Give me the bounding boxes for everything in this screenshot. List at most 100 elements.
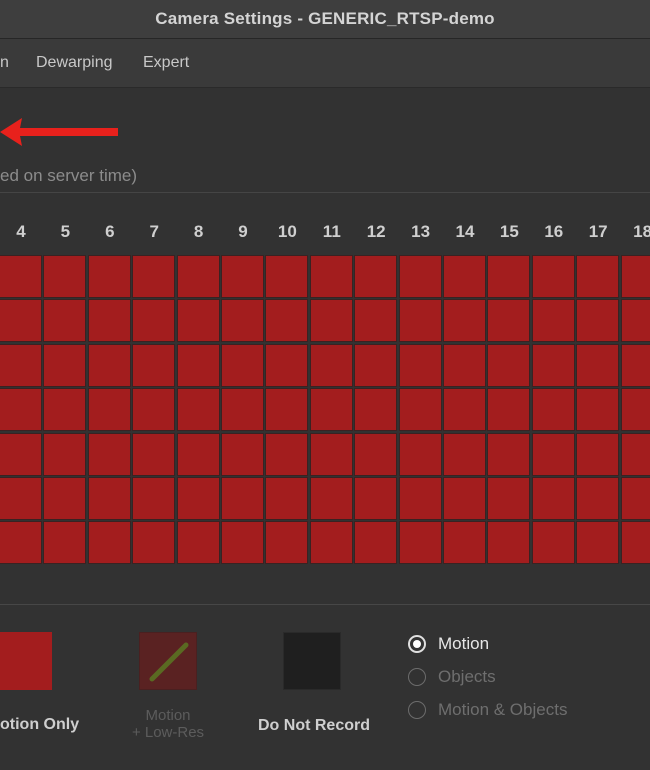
schedule-cell[interactable] [87, 477, 131, 520]
schedule-cell[interactable] [354, 299, 398, 343]
schedule-cell[interactable] [43, 343, 87, 387]
schedule-cell[interactable] [487, 343, 531, 387]
schedule-cell[interactable] [132, 299, 176, 343]
schedule-cell[interactable] [132, 343, 176, 387]
schedule-cell[interactable] [132, 432, 176, 476]
schedule-cell[interactable] [398, 388, 442, 432]
schedule-cell[interactable] [309, 299, 353, 343]
schedule-cell[interactable] [132, 521, 176, 565]
radio-motion-label[interactable]: Motion [438, 634, 489, 654]
schedule-cell[interactable] [398, 521, 442, 565]
do-not-record-swatch[interactable] [283, 632, 341, 690]
schedule-cell[interactable] [221, 343, 264, 387]
schedule-cell[interactable] [221, 388, 264, 432]
schedule-cell[interactable] [443, 477, 486, 520]
tab-expert[interactable]: Expert [143, 39, 189, 87]
schedule-cell[interactable] [176, 343, 220, 387]
schedule-cell[interactable] [87, 299, 131, 343]
schedule-cell[interactable] [43, 255, 87, 298]
schedule-cell[interactable] [620, 255, 650, 298]
schedule-cell[interactable] [43, 299, 87, 343]
schedule-cell[interactable] [265, 299, 309, 343]
schedule-cell[interactable] [221, 477, 264, 520]
radio-motion[interactable] [408, 635, 426, 653]
schedule-cell[interactable] [398, 477, 442, 520]
schedule-cell[interactable] [531, 477, 575, 520]
schedule-cell[interactable] [265, 255, 309, 298]
schedule-cell[interactable] [620, 521, 650, 565]
schedule-cell[interactable] [0, 432, 42, 476]
schedule-cell[interactable] [576, 299, 620, 343]
schedule-cell[interactable] [487, 521, 531, 565]
schedule-cell[interactable] [221, 255, 264, 298]
schedule-cell[interactable] [576, 343, 620, 387]
schedule-cell[interactable] [443, 255, 486, 298]
schedule-cell[interactable] [132, 388, 176, 432]
schedule-cell[interactable] [265, 432, 309, 476]
schedule-cell[interactable] [620, 299, 650, 343]
schedule-cell[interactable] [87, 255, 131, 298]
schedule-cell[interactable] [398, 432, 442, 476]
schedule-cell[interactable] [309, 388, 353, 432]
schedule-cell[interactable] [309, 343, 353, 387]
schedule-cell[interactable] [620, 388, 650, 432]
schedule-cell[interactable] [176, 388, 220, 432]
schedule-cell[interactable] [176, 255, 220, 298]
schedule-cell[interactable] [221, 299, 264, 343]
schedule-cell[interactable] [0, 388, 42, 432]
schedule-cell[interactable] [132, 477, 176, 520]
schedule-cell[interactable] [309, 432, 353, 476]
schedule-cell[interactable] [398, 299, 442, 343]
schedule-cell[interactable] [354, 477, 398, 520]
schedule-cell[interactable] [398, 255, 442, 298]
schedule-cell[interactable] [576, 521, 620, 565]
schedule-cell[interactable] [531, 299, 575, 343]
schedule-cell[interactable] [176, 477, 220, 520]
schedule-cell[interactable] [354, 388, 398, 432]
schedule-cell[interactable] [398, 343, 442, 387]
schedule-cell[interactable] [0, 477, 42, 520]
schedule-cell[interactable] [0, 343, 42, 387]
schedule-cell[interactable] [309, 477, 353, 520]
schedule-cell[interactable] [576, 477, 620, 520]
schedule-cell[interactable] [0, 255, 42, 298]
schedule-cell[interactable] [620, 477, 650, 520]
schedule-cell[interactable] [87, 343, 131, 387]
tab-partial[interactable]: n [0, 39, 9, 87]
schedule-cell[interactable] [443, 299, 486, 343]
schedule-cell[interactable] [265, 343, 309, 387]
schedule-cell[interactable] [176, 299, 220, 343]
schedule-cell[interactable] [354, 521, 398, 565]
schedule-cell[interactable] [309, 255, 353, 298]
schedule-cell[interactable] [443, 521, 486, 565]
schedule-cell[interactable] [531, 388, 575, 432]
schedule-cell[interactable] [221, 432, 264, 476]
schedule-cell[interactable] [309, 521, 353, 565]
schedule-cell[interactable] [531, 521, 575, 565]
schedule-cell[interactable] [265, 521, 309, 565]
schedule-cell[interactable] [531, 432, 575, 476]
radio-objects-label[interactable]: Objects [438, 667, 496, 687]
radio-motion-objects[interactable] [408, 701, 426, 719]
radio-motion-objects-label[interactable]: Motion & Objects [438, 700, 567, 720]
schedule-cell[interactable] [221, 521, 264, 565]
schedule-cell[interactable] [265, 388, 309, 432]
schedule-cell[interactable] [87, 388, 131, 432]
schedule-cell[interactable] [487, 388, 531, 432]
schedule-cell[interactable] [443, 432, 486, 476]
motion-only-swatch[interactable] [0, 632, 52, 690]
schedule-cell[interactable] [0, 299, 42, 343]
schedule-cell[interactable] [43, 477, 87, 520]
schedule-cell[interactable] [132, 255, 176, 298]
schedule-cell[interactable] [487, 432, 531, 476]
motion-lowres-swatch[interactable] [139, 632, 197, 690]
schedule-cell[interactable] [576, 432, 620, 476]
schedule-grid[interactable] [0, 255, 650, 567]
schedule-cell[interactable] [354, 343, 398, 387]
schedule-cell[interactable] [487, 299, 531, 343]
schedule-cell[interactable] [443, 343, 486, 387]
schedule-cell[interactable] [176, 432, 220, 476]
schedule-cell[interactable] [87, 521, 131, 565]
schedule-cell[interactable] [576, 388, 620, 432]
schedule-cell[interactable] [354, 255, 398, 298]
